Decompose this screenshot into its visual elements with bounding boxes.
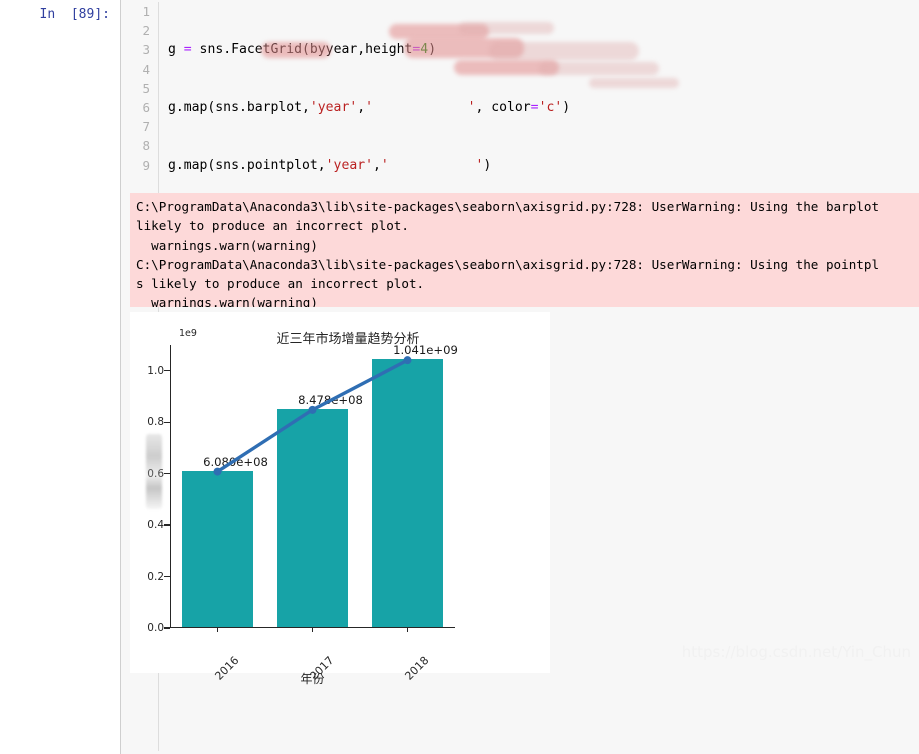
chart-figure: 近三年市场增量趋势分析 1e9 0.00.20.40.60.81.0 6.080…: [130, 312, 550, 686]
redaction-smudge: [454, 60, 559, 75]
code-token: ,: [357, 100, 366, 115]
code-token: 'year': [309, 100, 358, 115]
line-number: 4: [142, 61, 150, 77]
warning-line: C:\ProgramData\Anaconda3\lib\site-packag…: [136, 256, 880, 272]
watermark: https://blog.csdn.net/Yin_Chun: [681, 643, 911, 661]
warning-line: likely to produce an incorrect plot.: [136, 218, 409, 234]
warning-line: C:\ProgramData\Anaconda3\lib\site-packag…: [136, 199, 880, 214]
code-token: , color: [475, 100, 531, 115]
warning-line: s likely to produce an incorrect plot.: [136, 276, 425, 292]
line-number: 6: [142, 99, 150, 115]
warning-output: C:\ProgramData\Anaconda3\lib\site-packag…: [130, 193, 919, 307]
code-token: =: [530, 100, 539, 115]
pointplot-marker: [213, 467, 222, 476]
warning-line: warnings.warn(warning): [136, 295, 318, 307]
code-token: ' ': [365, 100, 476, 115]
code-token: g: [168, 42, 184, 58]
line-number: 1: [142, 4, 150, 19]
pointplot-line-layer: [213, 356, 412, 476]
pointplot-line: [216, 358, 409, 474]
code-token: ' ': [380, 157, 484, 173]
code-token: g.map(sns.pointplot,: [168, 157, 326, 173]
code-line-1: g = sns.FacetGrid(byyear,height=4): [168, 40, 919, 59]
redaction-smudge: [539, 62, 659, 75]
code-token: 'c': [538, 100, 563, 115]
line-number: 3: [142, 42, 150, 58]
warning-line: warnings.warn(warning): [136, 237, 318, 253]
figure-smudge-artifact: [146, 434, 162, 509]
pointplot-marker: [403, 356, 412, 365]
code-token: ,: [372, 157, 381, 173]
code-line-2: g.map(sns.barplot,'year',' ', color='c'): [168, 98, 919, 117]
line-number: 9: [142, 157, 150, 173]
code-token: sns.FacetGrid(byyear,height: [191, 42, 413, 58]
code-token: 'year': [325, 157, 373, 173]
code-token: ): [562, 100, 571, 115]
cell-prompt-label: In [89]:: [39, 7, 110, 22]
code-line-3: g.map(sns.pointplot,'year',' '): [168, 156, 919, 175]
redaction-smudge: [459, 22, 554, 34]
line-number: 7: [142, 119, 150, 135]
line-number: 8: [142, 138, 150, 154]
line-number: 5: [142, 80, 150, 96]
redaction-smudge: [389, 24, 489, 39]
pointplot-marker: [308, 405, 317, 414]
redaction-smudge: [589, 78, 679, 88]
code-token: =: [183, 42, 192, 58]
line-number: 2: [142, 23, 150, 39]
code-token: g.map(sns.barplot,: [168, 100, 310, 115]
code-token: ): [483, 157, 492, 173]
code-token: 4: [420, 42, 429, 58]
code-token: ): [428, 42, 437, 58]
